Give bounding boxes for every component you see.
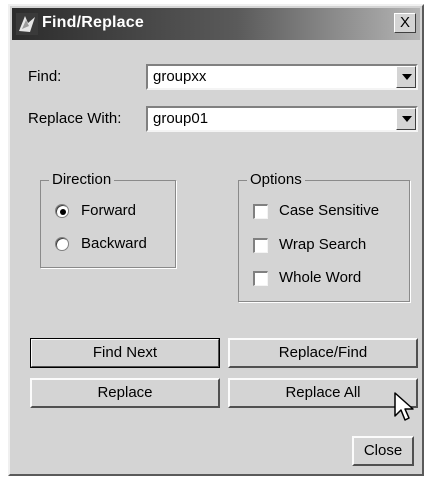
find-next-button[interactable]: Find Next [30,338,220,368]
options-group: Options Case Sensitive Wrap Search Whole… [238,171,410,302]
app-icon [16,13,38,35]
checkbox[interactable] [253,204,268,219]
replace-dropdown-button[interactable] [396,108,416,130]
dropdown-arrow-icon [402,116,412,122]
close-button[interactable]: Close [352,436,414,466]
find-dropdown-button[interactable] [396,66,416,88]
direction-group: Direction Forward Backward [40,171,176,268]
find-label: Find: [28,68,62,85]
checkbox[interactable] [253,238,268,253]
mouse-pointer-icon [394,392,416,424]
whole-word-label: Whole Word [279,269,362,286]
checkbox[interactable] [253,271,268,286]
radio-button[interactable] [55,204,69,218]
find-replace-dialog: Find/Replace X Find: groupxx Replace Wit… [8,4,424,476]
radio-button[interactable] [55,237,69,251]
dropdown-arrow-icon [402,74,412,80]
find-combo[interactable]: groupxx [146,64,418,90]
direction-group-title: Direction [49,171,115,188]
replace-button[interactable]: Replace [30,378,220,408]
close-icon[interactable]: X [394,13,416,33]
replace-input[interactable]: group01 [153,110,208,127]
radio-forward-label: Forward [81,202,137,219]
case-sensitive-label: Case Sensitive [279,202,380,219]
replace-label: Replace With: [28,110,122,127]
replace-combo[interactable]: group01 [146,106,418,132]
replace-find-button[interactable]: Replace/Find [228,338,418,368]
options-group-title: Options [247,171,305,188]
replace-all-button[interactable]: Replace All [228,378,418,408]
window-title: Find/Replace [42,14,144,31]
title-bar[interactable]: Find/Replace X [12,8,420,40]
radio-backward-label: Backward [81,235,147,252]
wrap-search-label: Wrap Search [279,236,367,253]
find-input[interactable]: groupxx [153,68,206,85]
